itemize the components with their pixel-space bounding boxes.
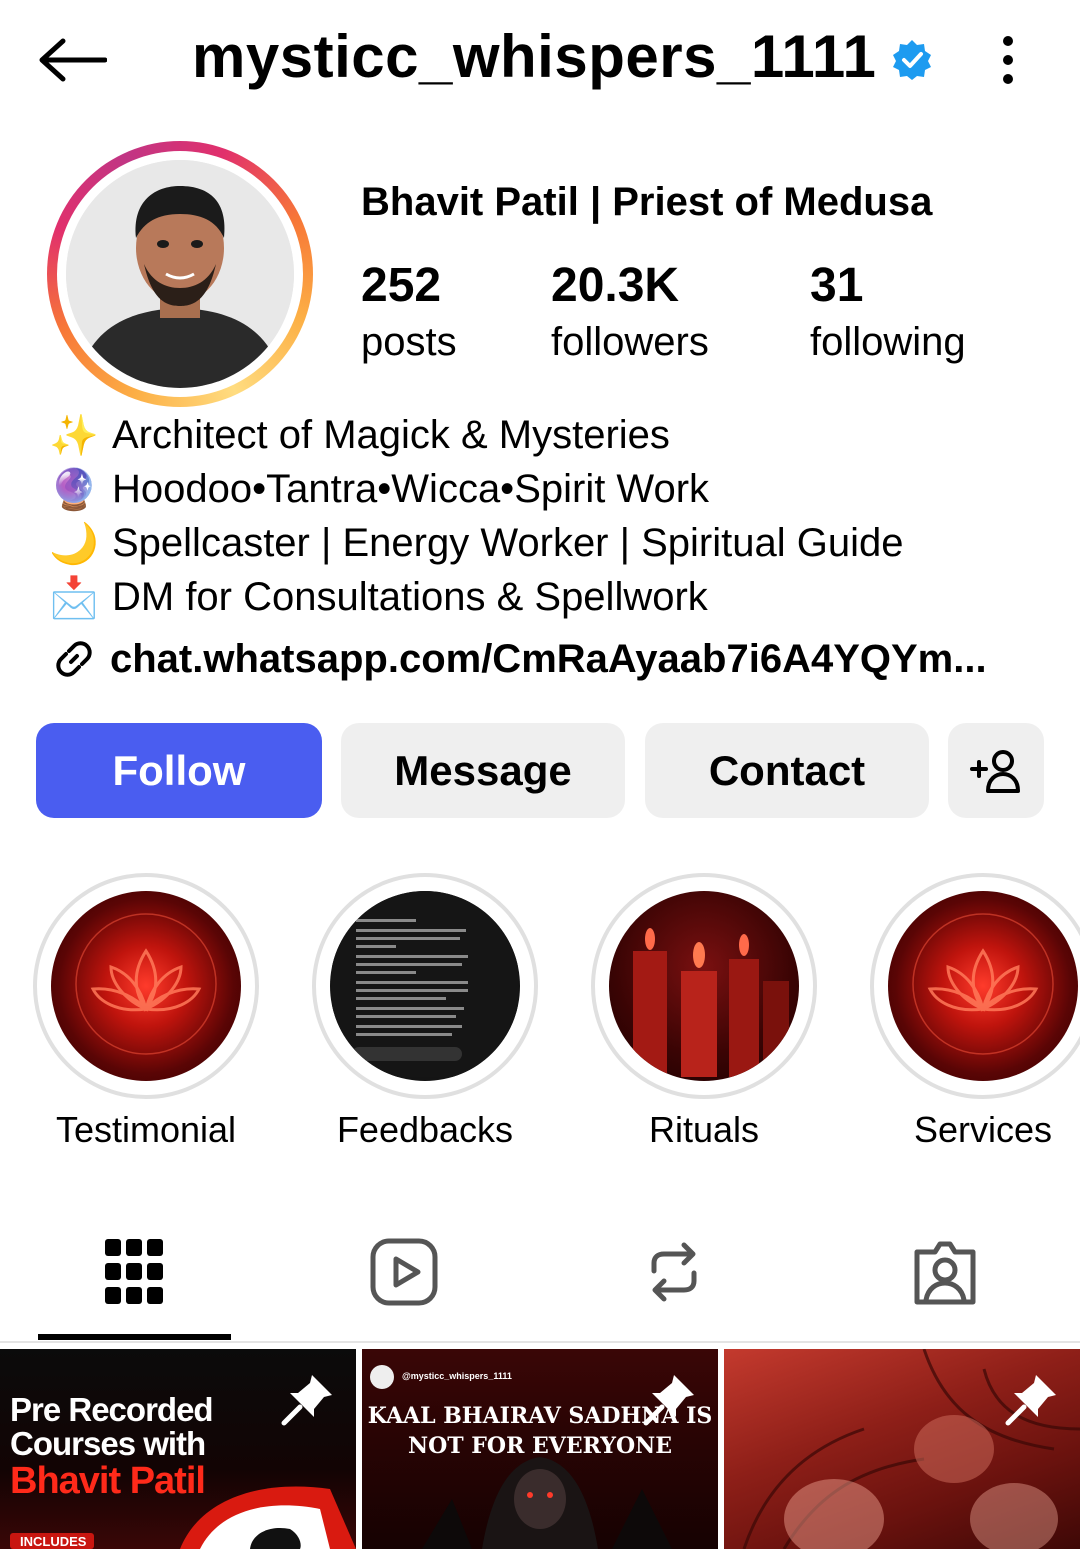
highlight-services[interactable]: Services	[870, 873, 1080, 1151]
tab-posts-grid[interactable]	[94, 1232, 174, 1312]
posts-label: posts	[361, 320, 457, 364]
bio-line: 🔮 Hoodoo•Tantra•Wicca•Spirit Work	[49, 466, 710, 512]
follow-button[interactable]: Follow	[36, 723, 322, 818]
active-tab-indicator	[38, 1334, 231, 1340]
grid-post[interactable]: @mysticc_whispers_1111 KAAL BHAIRAV SADH…	[362, 1349, 718, 1549]
followers-count: 20.3K	[551, 259, 680, 312]
tab-reposts[interactable]	[634, 1232, 714, 1312]
followers-label: followers	[551, 320, 709, 364]
envelope-icon: 📩	[49, 575, 99, 620]
crescent-moon-icon: 🌙	[49, 521, 99, 566]
tab-reels[interactable]	[364, 1232, 444, 1312]
following-label: following	[810, 320, 966, 364]
link-icon	[48, 635, 100, 683]
following-count: 31	[810, 259, 864, 312]
back-button[interactable]	[36, 30, 108, 90]
post-title-line: Bhavit Patil	[10, 1460, 206, 1502]
highlight-cover	[51, 891, 241, 1081]
avatar	[66, 160, 294, 388]
following-stat[interactable]: 31 following	[810, 258, 966, 370]
display-name: Bhavit Patil | Priest of Medusa	[361, 180, 933, 224]
highlight-cover	[609, 891, 799, 1081]
post-tag: INCLUDES	[20, 1534, 87, 1549]
highlight-testimonial[interactable]: Testimonial	[33, 873, 259, 1151]
highlight-label: Feedbacks	[336, 1109, 514, 1150]
post-title-line: Courses with	[10, 1425, 206, 1462]
profile-bio: ✨ Architect of Magick & Mysteries 🔮 Hood…	[48, 408, 1058, 694]
contact-button[interactable]: Contact	[645, 723, 929, 818]
profile-header: mysticc_whispers_1111	[0, 0, 1080, 120]
pin-icon	[643, 1375, 694, 1426]
followers-stat[interactable]: 20.3K followers	[551, 258, 709, 370]
profile-avatar-ring[interactable]	[47, 141, 313, 407]
bio-line: ✨ Architect of Magick & Mysteries	[49, 412, 670, 458]
posts-count: 252	[361, 259, 442, 312]
reels-icon	[370, 1238, 438, 1306]
grid-post[interactable]: Pre Recorded Courses with Bhavit Patil I…	[0, 1349, 356, 1549]
arrow-left-icon	[39, 38, 107, 82]
highlight-rituals[interactable]: Rituals	[591, 873, 817, 1151]
message-button[interactable]: Message	[341, 723, 625, 818]
more-vertical-icon	[1003, 36, 1013, 46]
add-person-icon	[970, 749, 1020, 793]
profile-username: mysticc_whispers_1111	[192, 23, 877, 90]
bio-line: 🌙 Spellcaster | Energy Worker | Spiritua…	[49, 520, 904, 566]
sparkles-icon: ✨	[49, 413, 99, 458]
pin-icon	[1005, 1375, 1056, 1426]
bio-line: 📩 DM for Consultations & Spellwork	[49, 574, 708, 620]
tab-tagged[interactable]	[905, 1232, 985, 1312]
post-title-line: Pre Recorded	[10, 1391, 214, 1428]
highlight-label: Rituals	[648, 1109, 760, 1150]
highlight-feedbacks[interactable]: Feedbacks	[312, 873, 538, 1151]
post-handle: @mysticc_whispers_1111	[402, 1371, 512, 1381]
suggest-people-button[interactable]	[948, 723, 1044, 818]
more-options-button[interactable]	[988, 30, 1028, 90]
tagged-icon	[914, 1241, 976, 1305]
post-title-line: NOT FOR EVERYONE	[408, 1433, 672, 1459]
bio-link-text[interactable]: chat.whatsapp.com/CmRaAyaab7i6A4YQYm...	[110, 637, 987, 682]
avatar-portrait	[66, 160, 294, 388]
highlight-label: Testimonial	[55, 1109, 237, 1150]
highlight-cover	[888, 891, 1078, 1081]
highlight-label: Services	[913, 1109, 1053, 1150]
highlight-cover	[330, 891, 520, 1081]
reposts-icon	[651, 1242, 697, 1302]
bio-link[interactable]: chat.whatsapp.com/CmRaAyaab7i6A4YQYm...	[48, 624, 1058, 694]
grid-icon	[105, 1239, 163, 1304]
grid-post[interactable]	[724, 1349, 1080, 1549]
tab-divider	[0, 1341, 1080, 1343]
verified-badge-icon	[893, 40, 931, 80]
posts-stat[interactable]: 252 posts	[361, 258, 457, 370]
crystal-ball-icon: 🔮	[49, 467, 99, 512]
pin-icon	[281, 1375, 332, 1426]
